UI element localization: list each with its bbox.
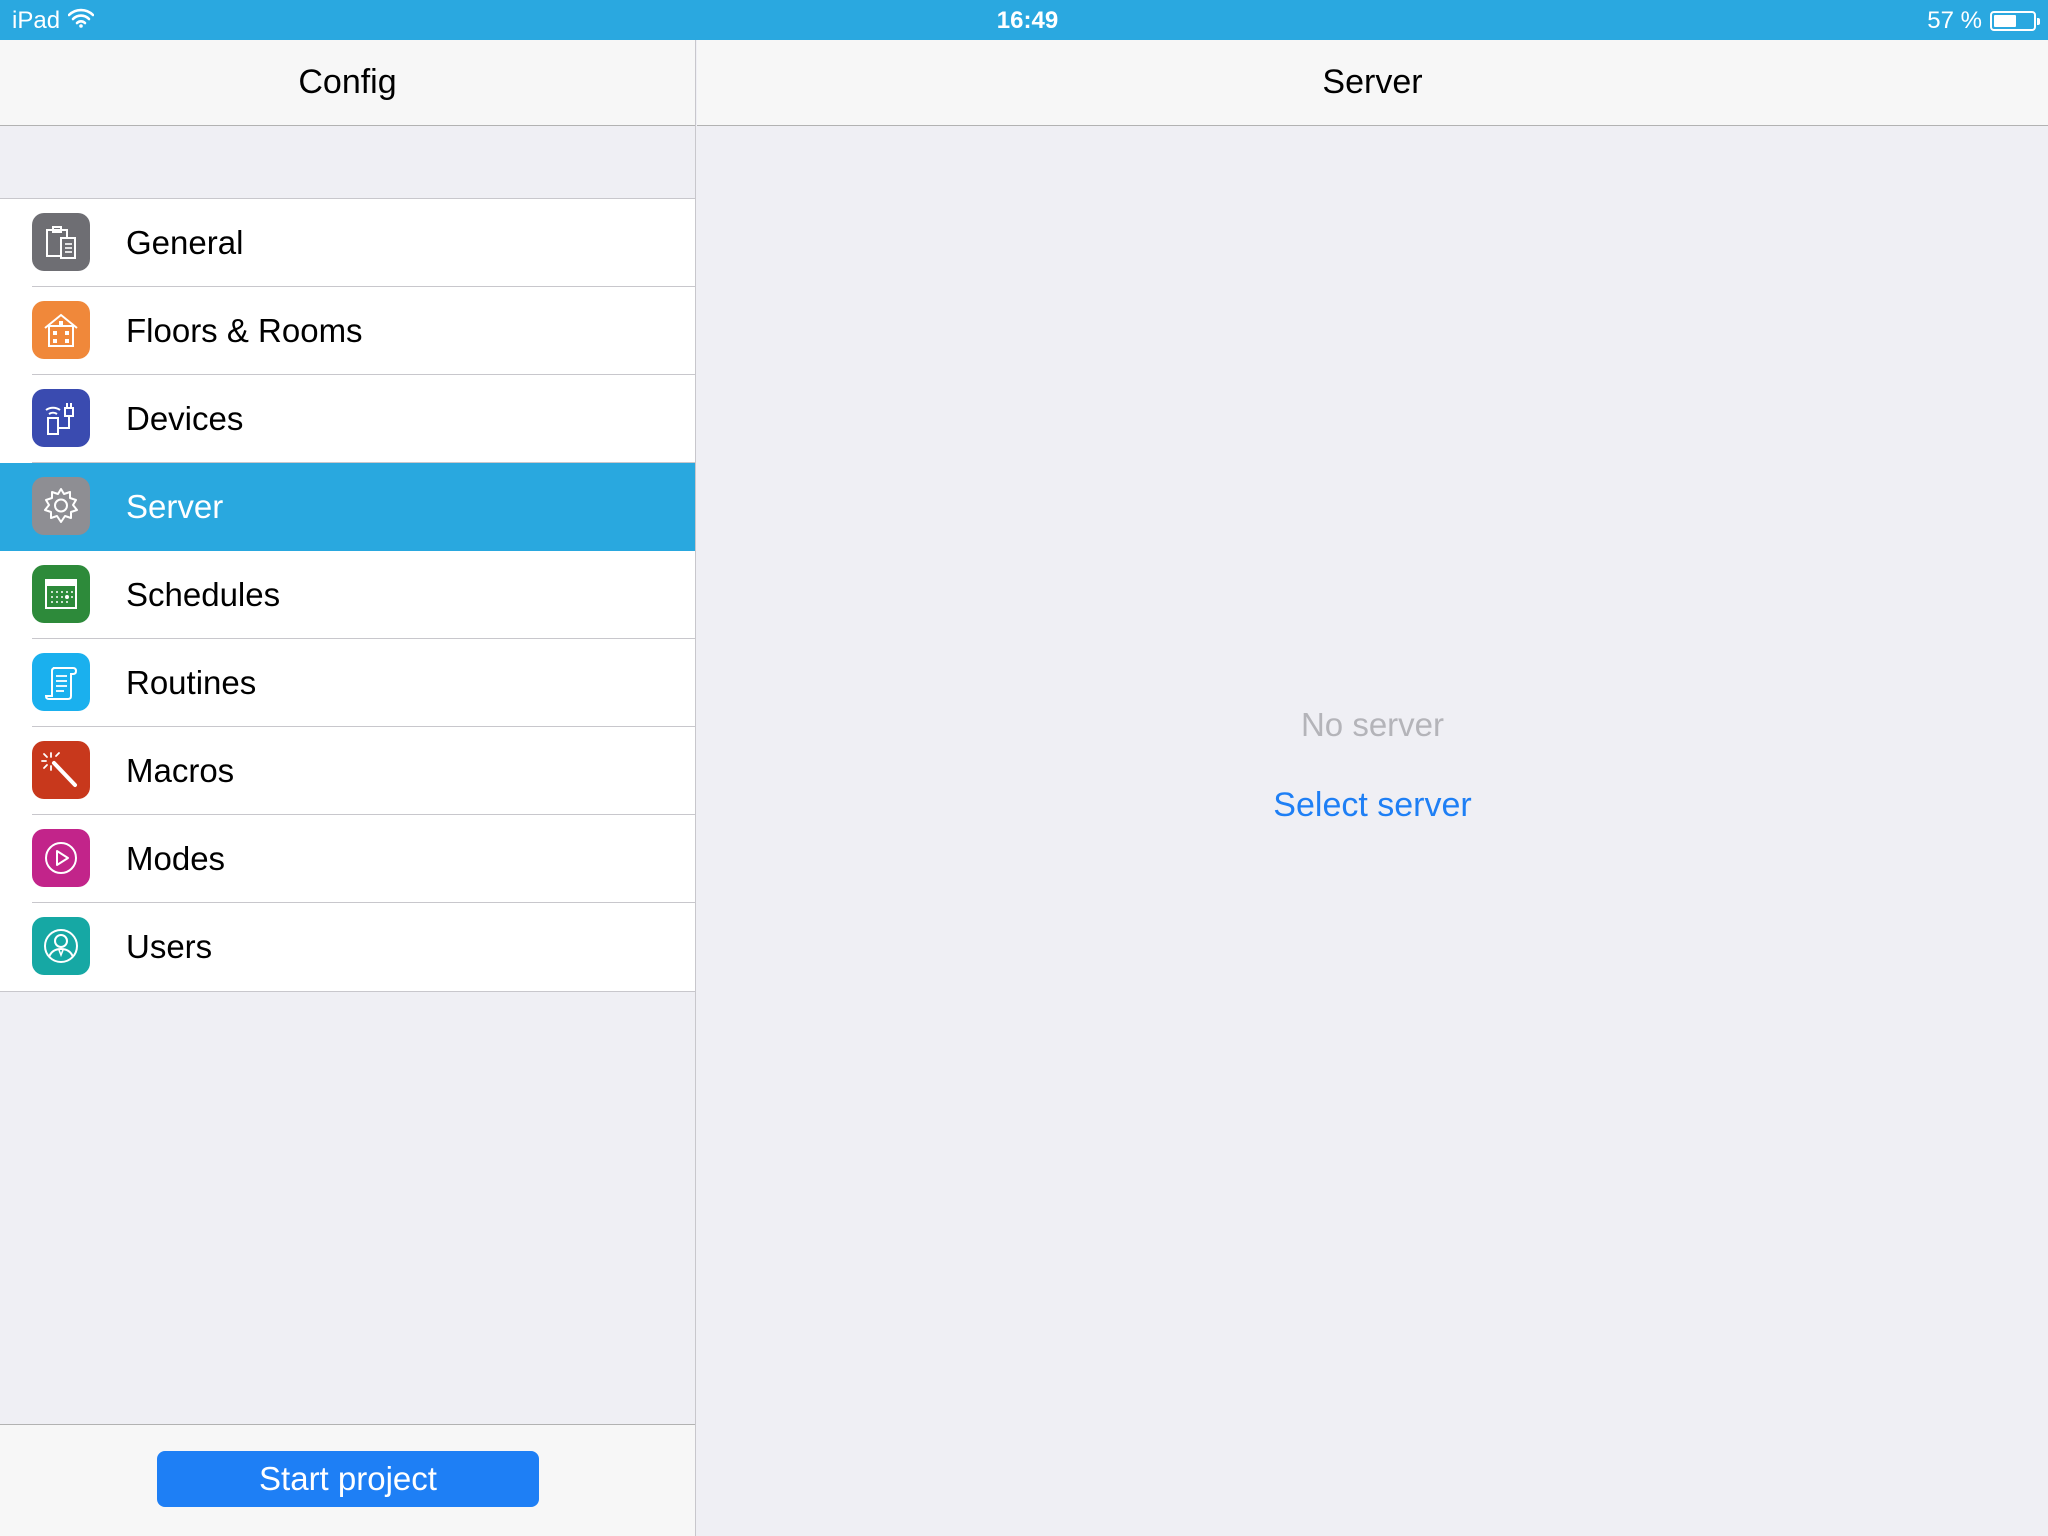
menu-item-schedules[interactable]: Schedules: [0, 551, 695, 639]
menu-item-macros[interactable]: Macros: [0, 727, 695, 815]
menu-item-label: Schedules: [126, 576, 281, 613]
gear-icon: [32, 477, 90, 535]
menu-item-label: Server: [126, 488, 224, 525]
menu-item-floors-rooms[interactable]: Floors & Rooms: [0, 287, 695, 375]
menu-item-label: Macros: [126, 752, 235, 789]
user-icon: [32, 917, 90, 975]
menu-item-server[interactable]: Server: [0, 463, 695, 551]
bottom-toolbar: Start project: [0, 1424, 695, 1536]
detail-title: Server: [1322, 63, 1423, 101]
battery-percent: 57 %: [1927, 7, 1982, 34]
clipboard-icon: [32, 213, 90, 271]
status-bar-right: 57 %: [1927, 7, 2040, 35]
config-menu: General Floors & Rooms Devices Server Sc…: [0, 198, 695, 992]
menu-item-users[interactable]: Users: [0, 903, 695, 991]
calendar-icon: [32, 565, 90, 623]
menu-item-label: Routines: [126, 664, 257, 701]
start-project-button[interactable]: Start project: [157, 1451, 539, 1507]
menu-item-devices[interactable]: Devices: [0, 375, 695, 463]
detail-navbar: Server: [697, 40, 2048, 126]
detail-panel: Server No server Select server: [697, 40, 2048, 1536]
play-circle-icon: [32, 829, 90, 887]
menu-item-label: Modes: [126, 840, 226, 877]
menu-item-general[interactable]: General: [0, 199, 695, 287]
master-title: Config: [298, 63, 397, 101]
device-plug-icon: [32, 389, 90, 447]
menu-item-label: General: [126, 224, 244, 261]
status-bar: iPad 16:49 57 %: [0, 0, 2048, 40]
menu-item-label: Devices: [126, 400, 244, 437]
select-server-link[interactable]: Select server: [697, 786, 2048, 825]
menu-item-label: Floors & Rooms: [126, 312, 363, 349]
menu-item-modes[interactable]: Modes: [0, 815, 695, 903]
master-panel: Config General Floors & Rooms Devices Se…: [0, 40, 696, 1536]
menu-item-label: Users: [126, 928, 213, 965]
scroll-icon: [32, 653, 90, 711]
menu-item-routines[interactable]: Routines: [0, 639, 695, 727]
status-time: 16:49: [996, 7, 1059, 34]
battery-fill: [1994, 15, 2016, 27]
house-icon: [32, 301, 90, 359]
magic-wand-icon: [32, 741, 90, 799]
empty-state-message: No server: [1300, 706, 1445, 743]
master-navbar: Config: [0, 40, 695, 126]
battery-icon: [1990, 11, 2040, 31]
